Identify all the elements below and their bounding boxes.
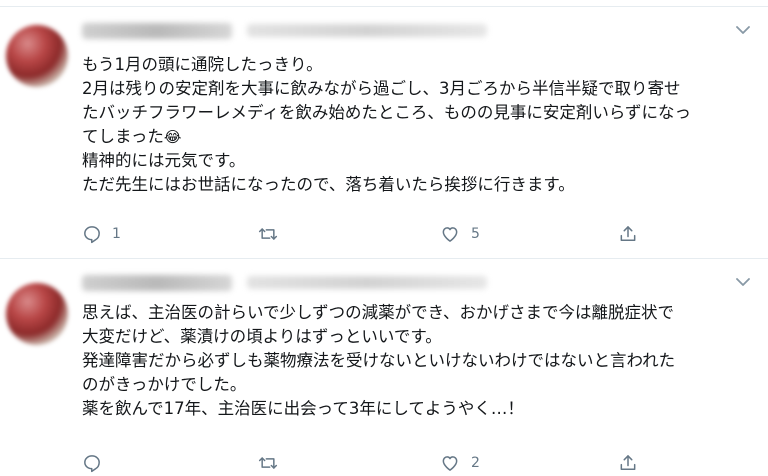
author-handle-blurred [247, 276, 487, 289]
author-handle-blurred [247, 24, 487, 37]
avatar[interactable] [6, 283, 68, 345]
tweet-text: もう1月の頭に通院したっきり。 2月は残りの安定剤を大事に飲みながら過ごし、3月… [82, 53, 758, 197]
reply-icon [84, 226, 100, 244]
chevron-down-icon [736, 277, 750, 286]
tweet-actions: 2 [82, 451, 682, 475]
tweet-line: のがきっかけでした。 [82, 375, 247, 394]
retweet-icon [258, 228, 278, 240]
share-button[interactable] [618, 222, 638, 246]
tweet-line: 精神的には元気です。 [82, 151, 246, 170]
tweet-line: もう1月の頭に通院したっきり。 [82, 55, 323, 74]
share-icon [620, 455, 636, 470]
reply-button[interactable]: 1 [82, 222, 121, 246]
author-name-blurred[interactable] [82, 275, 232, 291]
tweet-line: 大変だけど、薬漬けの頃よりはずっといいです。 [82, 327, 442, 346]
reply-icon [84, 455, 100, 473]
like-button[interactable]: 2 [439, 451, 480, 475]
tweet-line: たバッチフラワーレメディを飲み始めたところ、ものの見事に安定剤いらずになっ [82, 103, 692, 122]
tweet-line-text: てしまった [82, 127, 164, 146]
tweet[interactable]: もう1月の頭に通院したっきり。 2月は残りの安定剤を大事に飲みながら過ごし、3月… [0, 7, 768, 259]
top-divider [0, 0, 768, 7]
tweet-line: 2月は残りの安定剤を大事に飲みながら過ごし、3月ごろから半信半疑で取り寄せ [82, 79, 681, 98]
chevron-down-icon [736, 25, 750, 34]
tweet-menu-button[interactable] [734, 21, 752, 39]
like-count: 5 [471, 226, 480, 242]
tweet-line: 発達障害だから必ずしも薬物療法を受けないといけないわけではないと言われた [82, 351, 676, 370]
like-count: 2 [471, 455, 480, 471]
share-button[interactable] [618, 451, 638, 475]
heart-icon [442, 227, 458, 242]
heart-icon [442, 456, 458, 471]
laughing-crying-emoji: 😂 [163, 128, 182, 146]
tweet-header [82, 19, 502, 41]
retweet-button[interactable] [257, 222, 289, 246]
author-name-blurred[interactable] [82, 23, 232, 39]
tweet-line: ただ先生にはお世話になったので、落ち着いたら挨拶に行きます。 [82, 175, 575, 194]
retweet-icon [258, 457, 278, 469]
tweet-actions: 1 5 [82, 222, 682, 246]
tweet-line: てしまった😂 [82, 125, 758, 149]
tweet-line: 思えば、主治医の計らいで少しずつの減薬ができ、おかげさまで今は離脱症状で [82, 303, 675, 322]
avatar[interactable] [6, 25, 68, 87]
like-button[interactable]: 5 [439, 222, 480, 246]
tweet-menu-button[interactable] [734, 273, 752, 291]
tweet-header [82, 271, 502, 293]
tweet[interactable]: 思えば、主治医の計らいで少しずつの減薬ができ、おかげさまで今は離脱症状で 大変だ… [0, 259, 768, 476]
retweet-button[interactable] [257, 451, 289, 475]
reply-button[interactable] [82, 451, 112, 475]
tweet-text: 思えば、主治医の計らいで少しずつの減薬ができ、おかげさまで今は離脱症状で 大変だ… [82, 301, 758, 421]
reply-count: 1 [112, 226, 121, 242]
share-icon [620, 226, 636, 241]
tweet-line: 薬を飲んで17年、主治医に出会って3年にしてようやく…！ [82, 399, 524, 418]
